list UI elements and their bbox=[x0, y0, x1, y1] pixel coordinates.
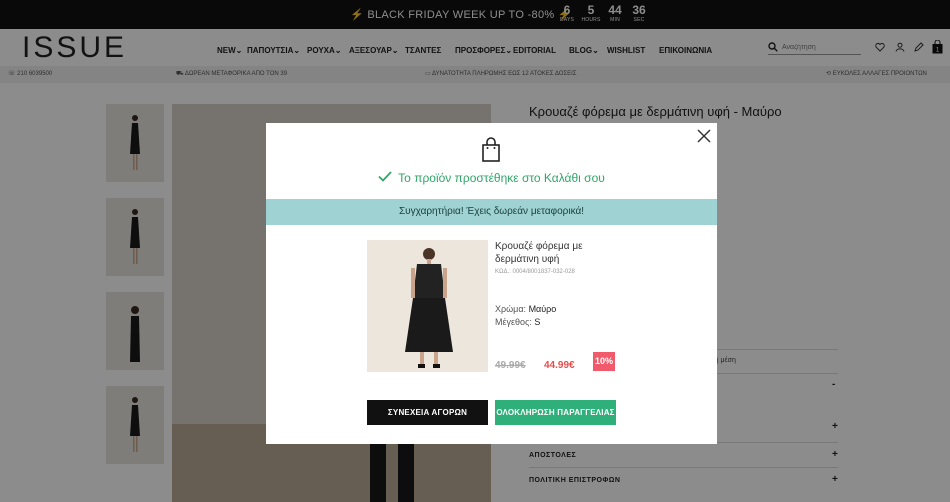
dress-photo bbox=[405, 248, 453, 368]
add-to-cart-modal: Το προϊόν προστέθηκε στο Καλάθι σου Συγχ… bbox=[266, 123, 717, 444]
continue-shopping-button[interactable]: ΣΥΝΕΧΕΙΑ ΑΓΟΡΩΝ bbox=[367, 400, 488, 425]
original-price: 49.99€ bbox=[495, 360, 526, 371]
product-color: Χρώμα: Μαύρο bbox=[495, 304, 557, 314]
product-code: ΚΩΔ.: 0004/8001837-032-028 bbox=[495, 269, 575, 275]
cart-product-image[interactable] bbox=[367, 240, 488, 372]
discount-badge: 10% bbox=[593, 352, 615, 371]
free-shipping-banner: Συγχαρητήρια! Έχεις δωρεάν μεταφορικά! bbox=[266, 199, 717, 225]
product-size: Μέγεθος: S bbox=[495, 317, 541, 327]
sale-price: 44.99€ bbox=[544, 360, 575, 371]
checkmark-icon bbox=[378, 171, 392, 182]
checkout-button[interactable]: ΟΛΟΚΛΗΡΩΣΗ ΠΑΡΑΓΓΕΛΙΑΣ bbox=[495, 400, 616, 425]
close-icon[interactable] bbox=[697, 129, 711, 143]
shopping-bag-icon bbox=[482, 137, 500, 162]
success-message: Το προϊόν προστέθηκε στο Καλάθι σου bbox=[266, 171, 717, 185]
cart-product-name[interactable]: Κρουαζέ φόρεμα με δερμάτινη υφή bbox=[495, 240, 615, 266]
